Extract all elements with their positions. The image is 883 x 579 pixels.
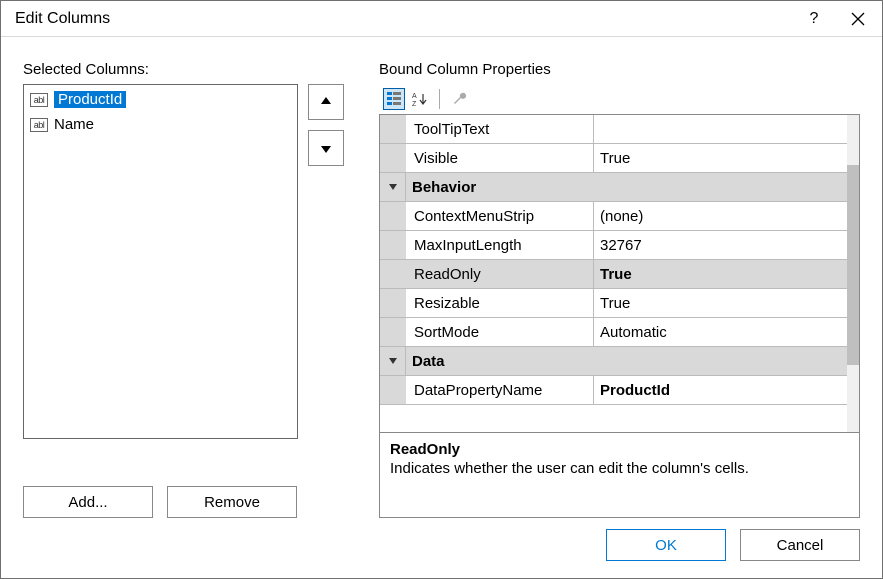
add-button[interactable]: Add... — [23, 486, 153, 518]
scrollbar-thumb[interactable] — [847, 165, 859, 365]
property-name: DataPropertyName — [406, 376, 594, 404]
toolbar-separator — [439, 89, 440, 109]
property-row[interactable]: DataPropertyNameProductId — [380, 376, 859, 405]
property-row[interactable]: VisibleTrue — [380, 144, 859, 173]
property-name: Resizable — [406, 289, 594, 317]
textbox-column-icon: abl — [30, 93, 48, 107]
property-value[interactable]: Automatic — [594, 318, 859, 346]
property-name: ToolTipText — [406, 115, 594, 143]
description-text: Indicates whether the user can edit the … — [390, 460, 849, 477]
list-item[interactable]: abl ProductId — [26, 87, 295, 112]
property-category[interactable]: Data — [380, 347, 859, 376]
property-value[interactable]: True — [594, 144, 859, 172]
property-gutter — [380, 231, 406, 259]
property-grid[interactable]: ToolTipTextVisibleTrueBehaviorContextMen… — [379, 114, 860, 433]
property-name: Visible — [406, 144, 594, 172]
property-category[interactable]: Behavior — [380, 173, 859, 202]
property-value[interactable]: True — [594, 260, 859, 288]
edit-columns-dialog: Edit Columns ? Selected Columns: abl Pro… — [0, 0, 883, 579]
property-row[interactable]: ToolTipText — [380, 115, 859, 144]
svg-text:A: A — [412, 93, 417, 100]
property-row[interactable]: ContextMenuStrip(none) — [380, 202, 859, 231]
property-gutter — [380, 376, 406, 404]
property-gutter — [380, 289, 406, 317]
reorder-buttons — [308, 84, 344, 462]
titlebar: Edit Columns ? — [1, 1, 882, 37]
property-gutter — [380, 144, 406, 172]
property-name: MaxInputLength — [406, 231, 594, 259]
property-name: ReadOnly — [406, 260, 594, 288]
close-button[interactable] — [836, 3, 880, 35]
property-row[interactable]: MaxInputLength32767 — [380, 231, 859, 260]
expand-icon[interactable] — [380, 347, 406, 375]
properties-heading: Bound Column Properties — [379, 61, 860, 78]
selected-columns-body: abl ProductId abl Name — [23, 84, 361, 462]
description-title: ReadOnly — [390, 441, 849, 458]
property-description: ReadOnly Indicates whether the user can … — [379, 433, 860, 518]
window-title: Edit Columns — [15, 10, 110, 28]
selected-columns-heading: Selected Columns: — [23, 61, 361, 78]
property-row[interactable]: ResizableTrue — [380, 289, 859, 318]
property-gutter — [380, 318, 406, 346]
property-name: ContextMenuStrip — [406, 202, 594, 230]
property-value[interactable]: ProductId — [594, 376, 859, 404]
property-row[interactable]: SortModeAutomatic — [380, 318, 859, 347]
expand-icon[interactable] — [380, 173, 406, 201]
dialog-footer: OK Cancel — [1, 524, 882, 578]
move-down-button[interactable] — [308, 130, 344, 166]
property-pages-button[interactable] — [448, 88, 470, 110]
list-item-label: ProductId — [54, 91, 126, 108]
help-button[interactable]: ? — [792, 3, 836, 35]
column-buttons-row: Add... Remove — [23, 486, 361, 518]
property-value[interactable]: (none) — [594, 202, 859, 230]
properties-pane: Bound Column Properties A Z — [379, 61, 860, 518]
list-item-label: Name — [54, 116, 94, 133]
selected-columns-list[interactable]: abl ProductId abl Name — [23, 84, 298, 439]
property-value[interactable]: True — [594, 289, 859, 317]
properties-toolbar: A Z — [379, 84, 860, 114]
property-row[interactable]: ReadOnlyTrue — [380, 260, 859, 289]
category-name: Behavior — [406, 173, 859, 201]
property-value[interactable] — [594, 115, 859, 143]
move-up-button[interactable] — [308, 84, 344, 120]
selected-columns-pane: Selected Columns: abl ProductId abl Name — [23, 61, 361, 518]
property-gutter — [380, 202, 406, 230]
list-item[interactable]: abl Name — [26, 112, 295, 137]
content: Selected Columns: abl ProductId abl Name — [1, 37, 882, 524]
property-name: SortMode — [406, 318, 594, 346]
property-gutter — [380, 115, 406, 143]
remove-button[interactable]: Remove — [167, 486, 297, 518]
categorized-button[interactable] — [383, 88, 405, 110]
svg-text:Z: Z — [412, 101, 417, 107]
ok-button[interactable]: OK — [606, 529, 726, 561]
alphabetical-button[interactable]: A Z — [409, 88, 431, 110]
property-value[interactable]: 32767 — [594, 231, 859, 259]
textbox-column-icon: abl — [30, 118, 48, 132]
cancel-button[interactable]: Cancel — [740, 529, 860, 561]
scrollbar-track[interactable] — [847, 115, 859, 432]
category-name: Data — [406, 347, 859, 375]
property-gutter — [380, 260, 406, 288]
titlebar-buttons: ? — [792, 1, 880, 36]
